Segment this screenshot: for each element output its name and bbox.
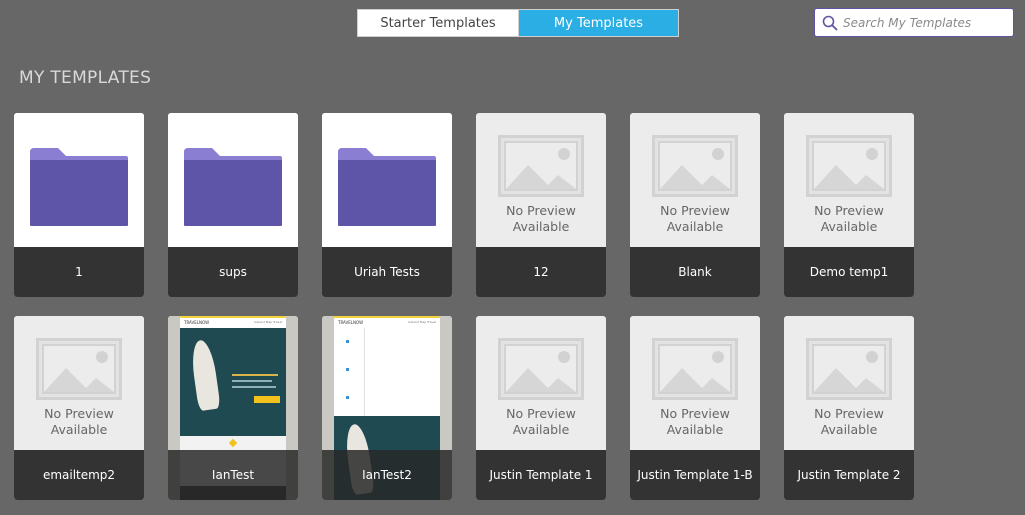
no-preview-line1: No Preview: [44, 406, 114, 421]
no-preview-line2: Available: [820, 219, 878, 234]
no-preview-text: No Preview Available: [506, 406, 576, 438]
template-name: IanTest: [168, 450, 298, 500]
no-preview-text: No Preview Available: [814, 406, 884, 438]
no-preview-placeholder: No Preview Available: [630, 113, 760, 247]
starter-templates-tab[interactable]: Starter Templates: [358, 10, 519, 36]
template-name: Justin Template 1: [476, 450, 606, 500]
folder-thumbnail: [14, 113, 144, 247]
templates-grid: 1 sups Uriah Tests No Preview Available …: [14, 113, 914, 500]
no-preview-placeholder: No Preview Available: [784, 316, 914, 450]
template-card[interactable]: No Preview Available 12: [476, 113, 606, 297]
folder-card[interactable]: sups: [168, 113, 298, 297]
no-preview-text: No Preview Available: [660, 406, 730, 438]
template-name: Demo temp1: [784, 247, 914, 297]
no-preview-line1: No Preview: [814, 203, 884, 218]
template-name: 1: [14, 247, 144, 297]
template-name: Blank: [630, 247, 760, 297]
template-card[interactable]: No Preview Available Justin Template 2: [784, 316, 914, 500]
template-card[interactable]: TRAVELNOW Iceland Map Travel IanTest: [168, 316, 298, 500]
folder-icon: [338, 148, 436, 226]
template-name: 12: [476, 247, 606, 297]
image-placeholder-icon: [806, 135, 892, 197]
image-placeholder-icon: [806, 338, 892, 400]
folder-card[interactable]: Uriah Tests: [322, 113, 452, 297]
no-preview-line2: Available: [512, 219, 570, 234]
image-placeholder-icon: [652, 135, 738, 197]
template-name: Uriah Tests: [322, 247, 452, 297]
no-preview-placeholder: No Preview Available: [784, 113, 914, 247]
template-card[interactable]: TRAVELNOW Iceland Map Travel IanTest2: [322, 316, 452, 500]
no-preview-line1: No Preview: [506, 203, 576, 218]
image-placeholder-icon: [36, 338, 122, 400]
no-preview-line2: Available: [50, 422, 108, 437]
no-preview-text: No Preview Available: [44, 406, 114, 438]
no-preview-placeholder: No Preview Available: [14, 316, 144, 450]
preview-brand: TRAVELNOW: [184, 320, 210, 325]
template-source-toggle: Starter Templates My Templates: [357, 9, 679, 37]
no-preview-text: No Preview Available: [660, 203, 730, 235]
folder-thumbnail: [168, 113, 298, 247]
no-preview-line1: No Preview: [660, 203, 730, 218]
no-preview-text: No Preview Available: [814, 203, 884, 235]
no-preview-line2: Available: [666, 422, 724, 437]
my-templates-tab[interactable]: My Templates: [519, 10, 678, 36]
template-name: Justin Template 2: [784, 450, 914, 500]
template-name: Justin Template 1-B: [630, 450, 760, 500]
template-card[interactable]: No Preview Available Justin Template 1: [476, 316, 606, 500]
preview-nav: Iceland Map Travel: [253, 320, 282, 324]
template-name: IanTest2: [322, 450, 452, 500]
no-preview-line2: Available: [512, 422, 570, 437]
search-box: [814, 8, 1014, 37]
no-preview-line1: No Preview: [660, 406, 730, 421]
no-preview-placeholder: No Preview Available: [476, 316, 606, 450]
no-preview-line1: No Preview: [814, 406, 884, 421]
no-preview-line1: No Preview: [506, 406, 576, 421]
template-card[interactable]: No Preview Available Blank: [630, 113, 760, 297]
search-input[interactable]: [841, 11, 1008, 34]
folder-thumbnail: [322, 113, 452, 247]
no-preview-text: No Preview Available: [506, 203, 576, 235]
folder-icon: [30, 148, 128, 226]
image-placeholder-icon: [498, 135, 584, 197]
preview-nav: Iceland Map Travel: [407, 320, 436, 324]
folder-card[interactable]: 1: [14, 113, 144, 297]
template-card[interactable]: No Preview Available emailtemp2: [14, 316, 144, 500]
search-icon[interactable]: [819, 12, 841, 34]
template-card[interactable]: No Preview Available Justin Template 1-B: [630, 316, 760, 500]
no-preview-placeholder: No Preview Available: [476, 113, 606, 247]
folder-icon: [184, 148, 282, 226]
template-name: emailtemp2: [14, 450, 144, 500]
no-preview-line2: Available: [666, 219, 724, 234]
image-placeholder-icon: [652, 338, 738, 400]
section-title: MY TEMPLATES: [19, 68, 152, 88]
template-name: sups: [168, 247, 298, 297]
no-preview-line2: Available: [820, 422, 878, 437]
image-placeholder-icon: [498, 338, 584, 400]
preview-brand: TRAVELNOW: [338, 320, 364, 325]
template-card[interactable]: No Preview Available Demo temp1: [784, 113, 914, 297]
no-preview-placeholder: No Preview Available: [630, 316, 760, 450]
